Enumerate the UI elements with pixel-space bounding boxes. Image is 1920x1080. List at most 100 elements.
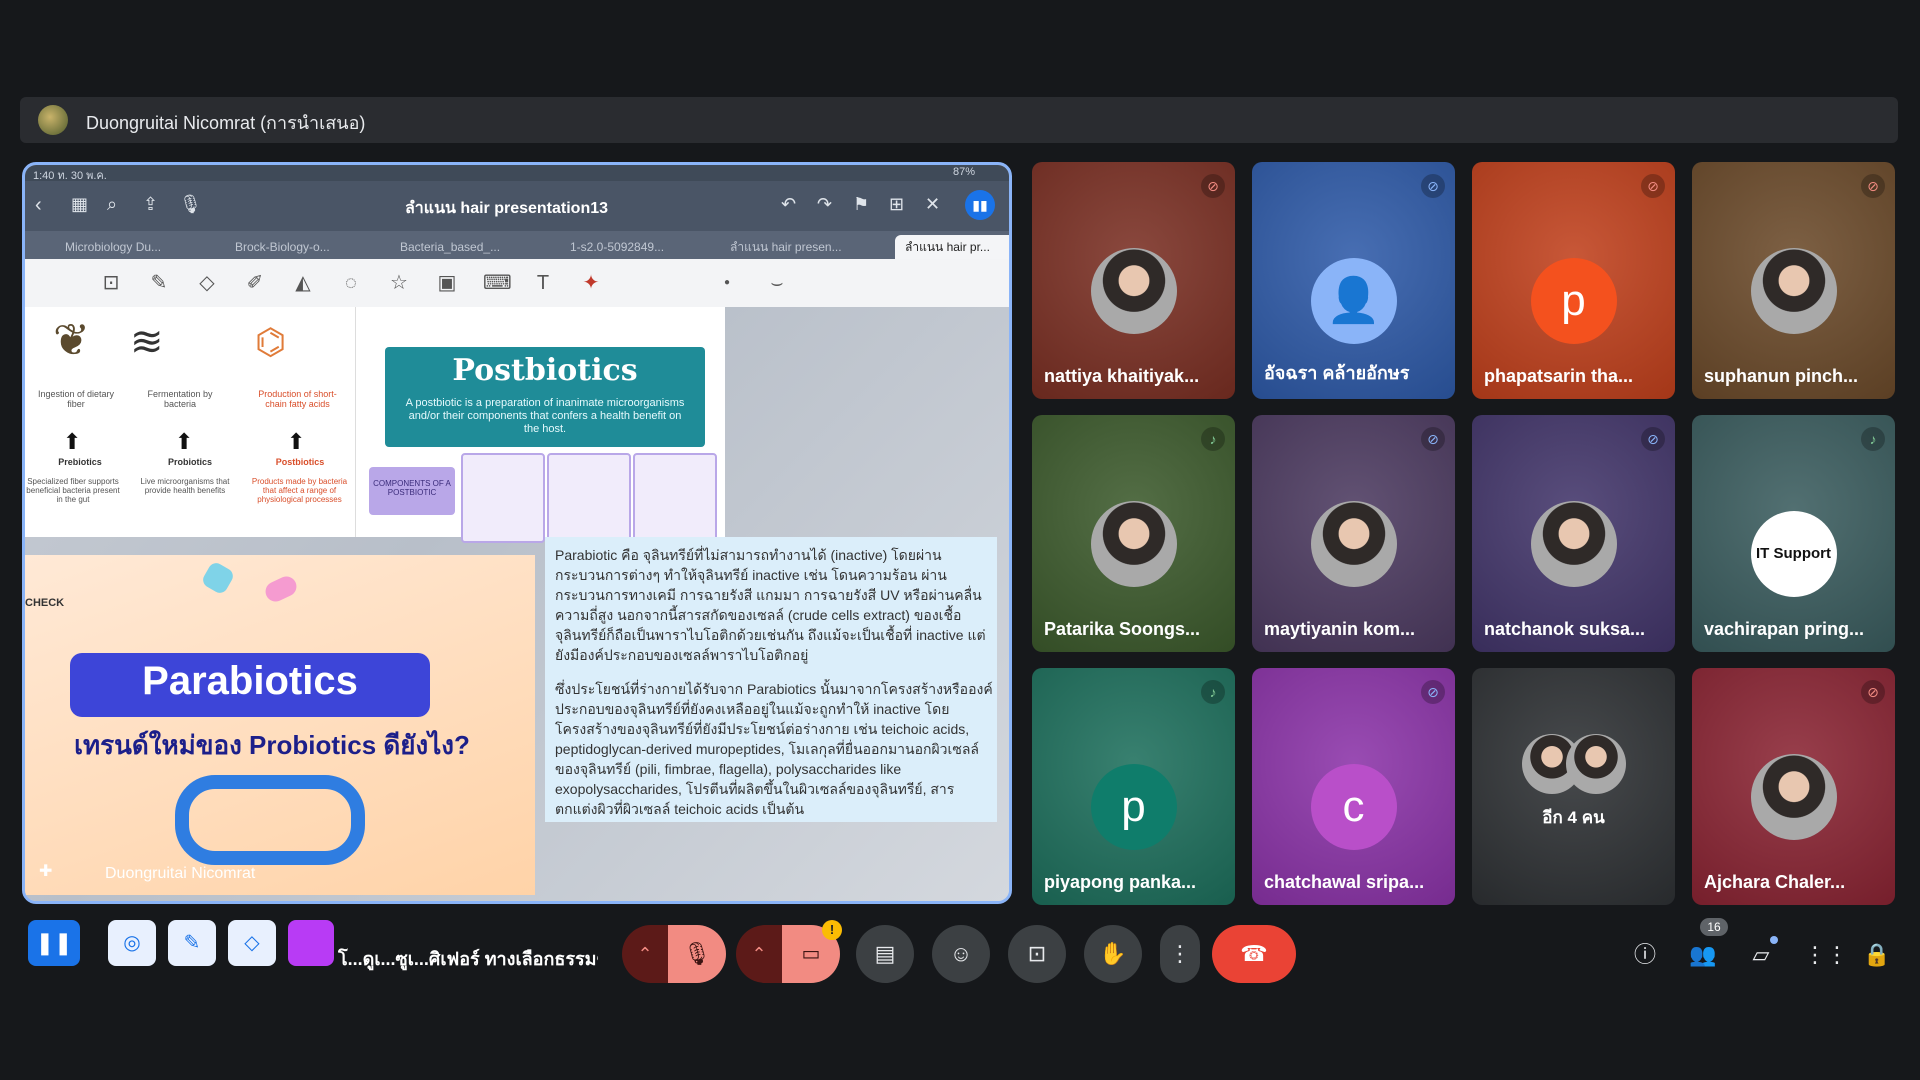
caption-text: โ...ดูเ...ซูเ...ศิเฟอร์ ทางเลือกธรรมชาติ… [338, 949, 598, 969]
undo-icon[interactable]: ↶ [781, 194, 796, 215]
doc-tab[interactable]: Bacteria_based_... [400, 235, 520, 259]
components-label: COMPONENTS OF A POSTBIOTIC [369, 467, 455, 515]
doc-tab[interactable]: ลำแนน hair presen... [730, 235, 860, 259]
lasso-icon[interactable]: ◌ [339, 271, 363, 295]
text-icon[interactable]: T [531, 271, 555, 295]
people-icon[interactable]: 👥 [1688, 940, 1718, 970]
pen-size-dot[interactable]: ● [715, 271, 739, 295]
add-page-icon[interactable]: ⊞ [889, 194, 904, 215]
arrow-up-icon: ⬆ [63, 429, 82, 454]
lasso-tool-icon[interactable]: ◎ [108, 920, 156, 966]
category-desc: Live microorganisms that provide health … [140, 477, 230, 495]
sticker-icon[interactable]: ☆ [387, 271, 411, 295]
participant-initial-avatar: p [1530, 258, 1617, 344]
arrow-up-icon: ⬆ [287, 429, 306, 454]
camera-options-chevron-icon[interactable]: ⌃ [736, 925, 782, 983]
pen-curve-icon[interactable]: ⌣ [765, 271, 789, 295]
back-icon[interactable]: ‹ [35, 194, 42, 217]
postbiotics-title: Postbiotics [452, 353, 638, 388]
participant-name: nattiya khaitiyak... [1044, 366, 1200, 386]
keyboard-icon[interactable]: ⌨ [483, 271, 512, 295]
speaking-indicator-icon: ♪ [1201, 680, 1225, 704]
participant-tile[interactable]: ⊘ suphanun pinch... [1692, 162, 1895, 399]
color-swatch[interactable] [288, 920, 334, 966]
lasso-image-icon[interactable]: ⊡ [99, 271, 123, 295]
raise-hand-icon[interactable]: ✋ [1084, 925, 1142, 983]
meeting-info-icon[interactable]: ⓘ [1630, 940, 1660, 970]
category-label: Probiotics [167, 457, 212, 467]
step-label: Ingestion of dietary fiber [37, 389, 115, 409]
document-title[interactable]: ลำแนน hair presentation13 [405, 196, 608, 221]
category-desc: Products made by bacteria that affect a … [251, 477, 348, 504]
category-desc: Specialized fiber supports beneficial ba… [26, 477, 120, 504]
presenter-name: Duongruitai Nicomrat (การนำเสนอ) [86, 113, 366, 133]
participant-tile[interactable]: อีก 4 คน [1472, 668, 1675, 905]
mic-muted-icon: ⊘ [1421, 680, 1445, 704]
shared-screen[interactable]: 1:40 ท. 30 พ.ค. 87% ‹ ▦ ⌕ ⇪ 🎙 ลำแนน hair… [22, 162, 1012, 904]
participant-name: phapatsarin tha... [1484, 366, 1634, 386]
slide-presenter-name: Duongruitai Nicomrat [105, 865, 256, 882]
participant-tile[interactable]: ⊘ c chatchawal sripa... [1252, 668, 1455, 905]
shapes-icon[interactable]: ◭ [291, 271, 315, 295]
mic-options-chevron-icon[interactable]: ⌃ [622, 925, 668, 983]
grid-icon[interactable]: ▦ [71, 194, 88, 215]
participant-tile[interactable]: ⊘ p phapatsarin tha... [1472, 162, 1675, 399]
doc-tab[interactable]: 1-s2.0-5092849... [570, 235, 690, 259]
category-label: Postbiotics [275, 457, 325, 467]
activities-icon[interactable]: ⋮⋮ [1804, 940, 1848, 970]
participant-tile[interactable]: ⊘ 👤 อัจฉรา คล้ายอักษร [1252, 162, 1455, 399]
component-card [461, 453, 545, 543]
molecule-icon: ⌬ [255, 321, 287, 362]
participant-photo [1750, 754, 1837, 840]
participant-name: piyapong panka... [1044, 872, 1197, 892]
pen-icon[interactable]: ✎ [147, 271, 171, 295]
check-label: CHECK [25, 597, 65, 609]
participant-tile[interactable]: ⊘ Ajchara Chaler... [1692, 668, 1895, 905]
present-screen-icon[interactable]: ⊡ [1008, 925, 1066, 983]
doc-tab-active[interactable]: ลำแนน hair pr... [895, 235, 1009, 259]
participant-name: vachirapan pring... [1704, 619, 1865, 639]
share-icon[interactable]: ⇪ [143, 194, 158, 215]
eraser-icon[interactable]: ◇ [195, 271, 219, 295]
pin-icon: ✚ [39, 863, 53, 880]
participant-tile[interactable]: ⊘ maytiyanin kom... [1252, 415, 1455, 652]
host-controls-icon[interactable]: 🔒 [1862, 940, 1892, 970]
participant-tile[interactable]: ♪ Patarika Soongs... [1032, 415, 1235, 652]
eraser-tool-icon[interactable]: ◇ [228, 920, 276, 966]
emoji-icon[interactable]: ☺ [932, 925, 990, 983]
search-icon[interactable]: ⌕ [107, 194, 117, 215]
chat-icon[interactable]: ▱ [1746, 940, 1776, 970]
close-icon[interactable]: ✕ [925, 194, 940, 215]
participant-tile[interactable]: ⊘ natchanok suksa... [1472, 415, 1675, 652]
highlighter-icon[interactable]: ✐ [243, 271, 267, 295]
end-call-icon[interactable]: ☎ [1212, 925, 1296, 983]
participant-name: suphanun pinch... [1704, 366, 1858, 386]
more-options-icon[interactable]: ⋮ [1160, 925, 1200, 983]
participant-tile[interactable]: ♪ p piyapong panka... [1032, 668, 1235, 905]
doc-tab[interactable]: Microbiology Du... [65, 235, 195, 259]
participant-photo [1310, 501, 1397, 587]
bacteria-icon: ≋ [130, 320, 164, 364]
pen-tool-icon[interactable]: ✎ [168, 920, 216, 966]
warning-icon: ! [822, 920, 842, 940]
wheat-icon: ❦ [53, 316, 90, 365]
captions-icon[interactable]: ▤ [856, 925, 914, 983]
participant-photo [1566, 734, 1626, 794]
participant-name: Ajchara Chaler... [1704, 872, 1846, 892]
pause-icon[interactable]: ❚❚ [28, 920, 80, 966]
mic-off-icon[interactable]: 🎙 [668, 925, 726, 983]
image-icon[interactable]: ▣ [435, 271, 459, 295]
participant-name: อีก 4 คน [1542, 808, 1605, 827]
redo-icon[interactable]: ↷ [817, 194, 832, 215]
participant-tile[interactable]: ♪ IT Support vachirapan pring... [1692, 415, 1895, 652]
speaking-indicator-icon: ♪ [1201, 427, 1225, 451]
laser-pointer-icon[interactable]: ✦ [579, 271, 603, 295]
parabiotic-text: Parabiotic คือ จุลินทรีย์ที่ไม่สามารถทำง… [555, 545, 995, 819]
participant-tile[interactable]: ⊘ nattiya khaitiyak... [1032, 162, 1235, 399]
bookmark-icon[interactable]: ⚑ [853, 194, 869, 215]
battery-level: 87% [952, 166, 975, 178]
doc-tab[interactable]: Brock-Biology-o... [235, 235, 355, 259]
step-label: Production of short-chain fatty acids [258, 389, 337, 409]
microphone-icon[interactable]: 🎙 [179, 194, 202, 215]
intestine-graphic [175, 775, 365, 865]
